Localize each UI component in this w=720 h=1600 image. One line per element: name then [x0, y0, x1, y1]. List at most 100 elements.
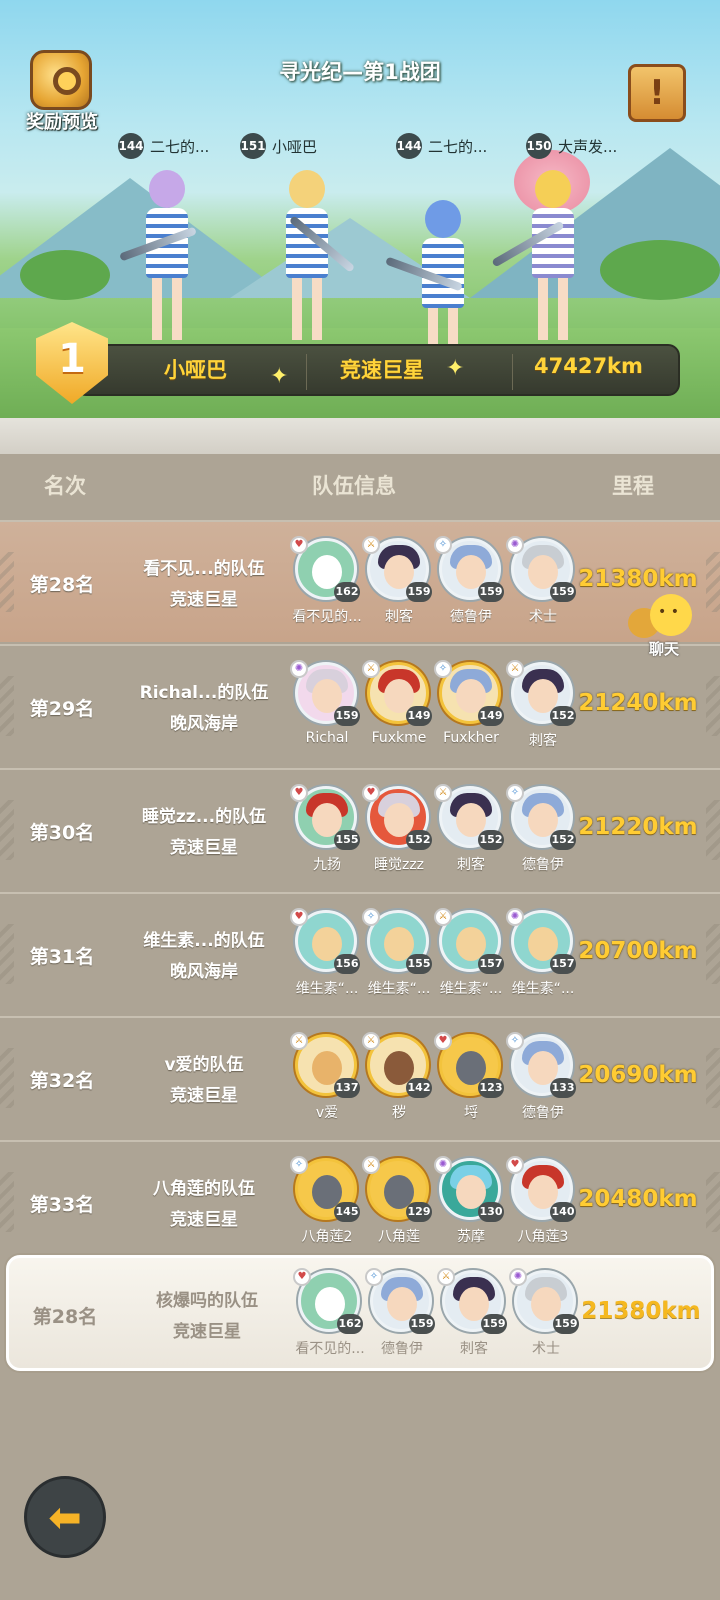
member-avatar[interactable]: ⚔ 149 Fuxkme [362, 660, 436, 762]
back-button[interactable]: ⬅ [24, 1476, 106, 1558]
class-icon: ⚔ [362, 1156, 380, 1174]
ranking-row[interactable]: 第32名 v爱的队伍 竞速巨星 ⚔ 137 v爱 ⚔ 142 秽 ♥ 123 埒… [0, 1016, 720, 1138]
team-route: 晚风海岸 [170, 714, 238, 734]
class-icon: ⚔ [434, 784, 452, 802]
ranking-row[interactable]: 第29名 Richal...的队伍 晚风海岸 ✺ 159 Richal ⚔ 14… [0, 644, 720, 766]
class-icon: ⚔ [362, 660, 380, 678]
chat-label: 聊天 [648, 640, 679, 658]
member-level: 123 [478, 1078, 504, 1098]
member-name: 二七的... [150, 137, 210, 156]
member-level: 157 [478, 954, 504, 974]
member-avatar[interactable]: ⚔ 142 秽 [362, 1032, 436, 1134]
class-icon: ♥ [290, 784, 308, 802]
member-avatar[interactable]: ✧ 145 八角莲2 [290, 1156, 364, 1258]
top-member-tag: 150 大声发... [526, 133, 617, 159]
trophy-key-icon [30, 50, 92, 110]
class-icon: ✧ [434, 660, 452, 678]
member-avatar[interactable]: ⚔ 159 刺客 [437, 1268, 511, 1370]
member-level: 129 [406, 1202, 432, 1222]
class-icon: ♥ [434, 1032, 452, 1050]
class-icon: ✧ [362, 908, 380, 926]
class-icon: ⚔ [362, 536, 380, 554]
first-distance: 47427km [534, 354, 643, 378]
ranking-row[interactable]: 第31名 维生素...的队伍 晚风海岸 ♥ 156 维生素“... ✧ 155 … [0, 892, 720, 1014]
back-arrow-icon: ⬅ [48, 1495, 82, 1541]
class-icon: ✺ [506, 908, 524, 926]
member-avatar[interactable]: ✧ 159 德鲁伊 [365, 1268, 439, 1370]
member-name: 德鲁伊 [522, 857, 564, 873]
member-avatar[interactable]: ♥ 123 埒 [434, 1032, 508, 1134]
member-level: 130 [478, 1202, 504, 1222]
member-level: 159 [334, 706, 360, 726]
ranking-row[interactable]: 第33名 八角莲的队伍 竞速巨星 ✧ 145 八角莲2 ⚔ 129 八角莲 ✺ … [0, 1140, 720, 1262]
team-route: 竞速巨星 [170, 1086, 238, 1106]
class-icon: ✧ [365, 1268, 383, 1286]
member-avatar[interactable]: ⚔ 137 v爱 [290, 1032, 364, 1134]
first-place-banner: 1 小哑巴 ✦ 竞速巨星 ✦ 47427km [22, 322, 682, 404]
rank-medal-icon: 1 [22, 318, 122, 410]
reward-preview-button[interactable]: 奖励预览 [14, 46, 110, 138]
class-icon: ✺ [290, 660, 308, 678]
member-avatar[interactable]: ♥ 162 看不见的... [293, 1268, 367, 1370]
rank-label: 第28名 [32, 1306, 98, 1328]
team-route: 竞速巨星 [170, 1210, 238, 1230]
team-character-1[interactable] [119, 170, 202, 350]
class-icon: ✧ [434, 536, 452, 554]
team-character-2[interactable] [272, 170, 356, 350]
rank-label: 第29名 [29, 698, 95, 720]
my-team-row[interactable]: 第28名 核爆吗的队伍 竞速巨星 ♥ 162 看不见的... ✧ 159 德鲁伊… [6, 1255, 714, 1371]
member-avatar[interactable]: ♥ 162 看不见的... [290, 536, 364, 638]
team-name: Richal...的队伍 [139, 683, 269, 703]
distance-value: 21380km [581, 1298, 701, 1324]
exclamation-icon: ! [649, 73, 665, 113]
member-name: 小哑巴 [272, 137, 318, 156]
col-header-distance: 里程 [612, 474, 654, 498]
member-avatar[interactable]: ⚔ 152 刺客 [434, 784, 508, 886]
ranking-row[interactable]: 第28名 看不见...的队伍 竞速巨星 ♥ 162 看不见的... ⚔ 159 … [0, 520, 720, 642]
class-icon: ✧ [290, 1156, 308, 1174]
member-avatar[interactable]: ♥ 155 九扬 [290, 784, 364, 886]
member-level: 152 [406, 830, 432, 850]
top-member-tag: 151 小哑巴 [240, 133, 317, 159]
class-icon: ✧ [506, 784, 524, 802]
member-level: 155 [406, 954, 432, 974]
rank-label: 第33名 [29, 1194, 95, 1216]
member-name: 大声发... [558, 137, 618, 156]
team-route: 竞速巨星 [170, 590, 238, 610]
team-name: v爱的队伍 [164, 1055, 244, 1075]
member-avatar[interactable]: ⚔ 129 八角莲 [362, 1156, 436, 1258]
distance-value: 20690km [578, 1062, 698, 1088]
team-name: 维生素...的队伍 [143, 931, 265, 951]
distance-value: 20700km [578, 938, 698, 964]
member-avatar[interactable]: ⚔ 157 维生素“... [434, 908, 508, 1010]
member-avatar[interactable]: ✧ 149 Fuxkher [434, 660, 508, 762]
class-icon: ✧ [506, 1032, 524, 1050]
member-avatar[interactable]: ✺ 130 苏摩 [434, 1156, 508, 1258]
chat-button[interactable]: 聊天 [624, 590, 704, 662]
member-avatar[interactable]: ♥ 156 维生素“... [290, 908, 364, 1010]
member-avatar[interactable]: ♥ 152 睡觉zzz [362, 784, 436, 886]
notice-button[interactable]: ! [628, 64, 686, 122]
member-avatar[interactable]: ✧ 159 德鲁伊 [434, 536, 508, 638]
team-character-4[interactable] [491, 170, 588, 350]
class-icon: ✺ [506, 536, 524, 554]
member-name: 维生素“... [511, 981, 575, 997]
reward-preview-label: 奖励预览 [26, 112, 98, 133]
class-icon: ⚔ [434, 908, 452, 926]
member-avatar[interactable]: ✧ 155 维生素“... [362, 908, 436, 1010]
member-level: 149 [478, 706, 504, 726]
section-divider [0, 418, 720, 454]
distance-value: 21240km [578, 690, 698, 716]
sparkle-icon: ✦ [446, 356, 465, 381]
team-name: 睡觉zz...的队伍 [141, 807, 267, 827]
class-icon: ⚔ [290, 1032, 308, 1050]
member-level: 152 [478, 830, 504, 850]
level-badge: 144 [396, 133, 422, 159]
ranking-row[interactable]: 第30名 睡觉zz...的队伍 竞速巨星 ♥ 155 九扬 ♥ 152 睡觉zz… [0, 768, 720, 890]
chat-bubble-icon [650, 594, 692, 636]
member-avatar[interactable]: ✺ 159 Richal [290, 660, 364, 762]
bush [20, 250, 110, 300]
first-route-name: 竞速巨星 [340, 358, 424, 382]
level-badge: 151 [240, 133, 266, 159]
member-avatar[interactable]: ⚔ 159 刺客 [362, 536, 436, 638]
